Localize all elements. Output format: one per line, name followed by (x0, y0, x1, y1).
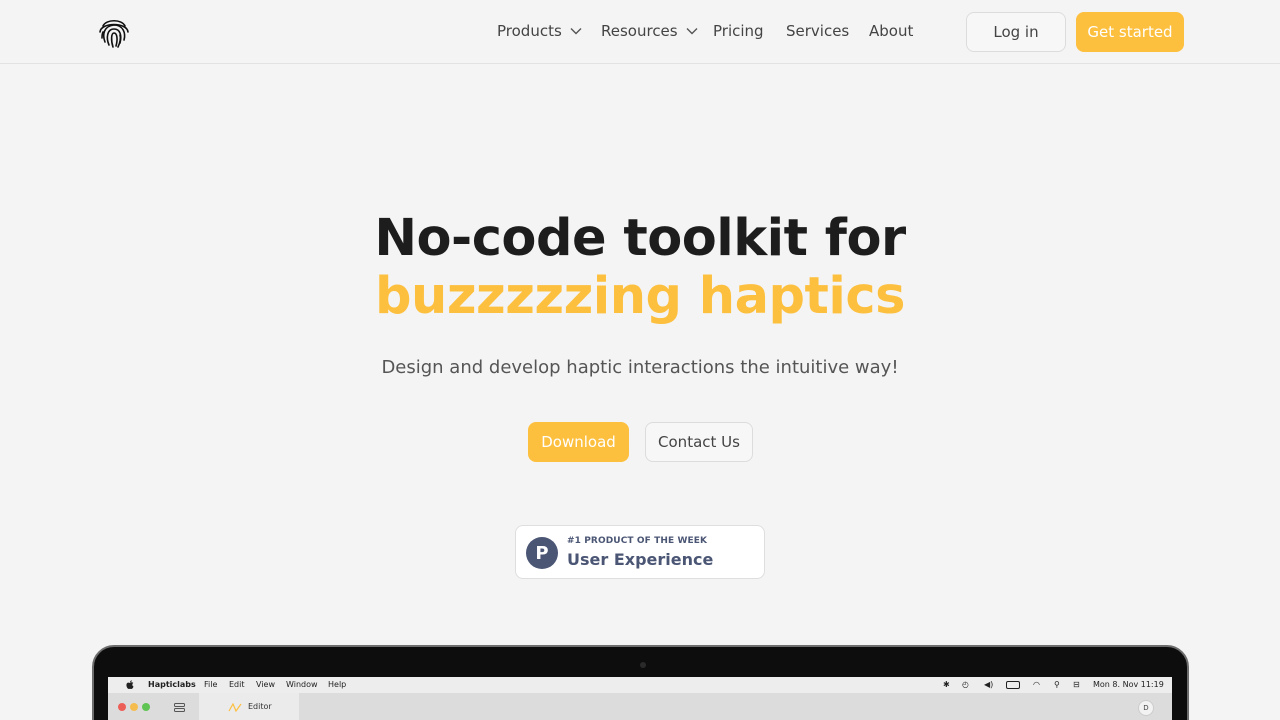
volume-icon: ◀) (984, 680, 994, 689)
menu-app-name: Hapticlabs (148, 680, 196, 689)
sidebar-icon[interactable] (174, 703, 185, 712)
time-machine-icon: ◴ (962, 680, 969, 689)
nav-about[interactable]: About (869, 22, 913, 40)
menu-view: View (256, 680, 275, 689)
get-started-button[interactable]: Get started (1076, 12, 1184, 52)
laptop-camera (640, 662, 646, 668)
hero-title-line2: buzzzzzing haptics (375, 267, 905, 326)
window-close-button[interactable] (118, 703, 126, 711)
search-icon: ⚲ (1054, 680, 1060, 689)
nav-resources-label: Resources (601, 22, 678, 40)
chevron-down-icon (570, 28, 582, 35)
nav-pricing[interactable]: Pricing (713, 22, 764, 40)
nav-products[interactable]: Products (497, 22, 582, 40)
fingerprint-logo-icon[interactable] (96, 14, 132, 50)
download-button[interactable]: Download (528, 422, 629, 462)
nav-resources[interactable]: Resources (601, 22, 698, 40)
menu-window: Window (286, 680, 318, 689)
window-minimize-button[interactable] (130, 703, 138, 711)
apple-icon (126, 680, 134, 690)
control-center-icon: ⊟ (1073, 680, 1080, 689)
product-hunt-badge[interactable]: P #1 PRODUCT OF THE WEEK User Experience (515, 525, 765, 579)
contact-us-button[interactable]: Contact Us (645, 422, 753, 462)
window-zoom-button[interactable] (142, 703, 150, 711)
menu-file: File (204, 680, 218, 689)
hero-subtitle: Design and develop haptic interactions t… (381, 357, 899, 378)
app-screenshot: Hapticlabs File Edit View Window Help ✱ … (108, 677, 1172, 720)
hero-title-line1: No-code toolkit for (374, 209, 906, 268)
chevron-down-icon (686, 28, 698, 35)
app-toolbar: Editor D (108, 693, 1172, 720)
battery-icon (1006, 681, 1020, 689)
avatar[interactable]: D (1138, 700, 1154, 716)
menu-help: Help (328, 680, 347, 689)
nav-services[interactable]: Services (786, 22, 849, 40)
badge-title: User Experience (567, 550, 714, 569)
menu-edit: Edit (229, 680, 245, 689)
menubar-clock: Mon 8. Nov 11:19 (1093, 680, 1164, 689)
site-header: Products Resources Pricing Services Abou… (0, 0, 1280, 64)
tab-editor[interactable]: Editor (199, 693, 299, 720)
waveform-icon (228, 703, 242, 712)
badge-caption: #1 PRODUCT OF THE WEEK (567, 536, 708, 546)
wifi-icon: ◠ (1033, 680, 1040, 689)
product-hunt-logo-icon: P (526, 537, 558, 569)
login-button[interactable]: Log in (966, 12, 1066, 52)
bluetooth-icon: ✱ (943, 680, 950, 689)
nav-products-label: Products (497, 22, 562, 40)
tab-editor-label: Editor (248, 702, 272, 711)
mac-menubar: Hapticlabs File Edit View Window Help ✱ … (108, 677, 1172, 693)
